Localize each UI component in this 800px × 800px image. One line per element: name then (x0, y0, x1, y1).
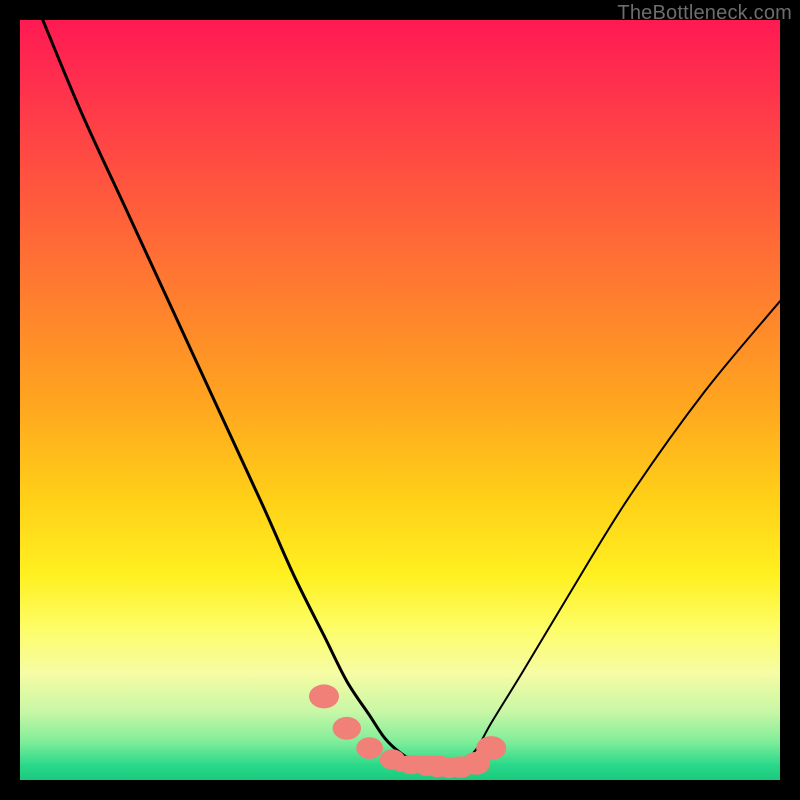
left-curve (43, 20, 446, 768)
marker-dot (333, 717, 361, 740)
plot-area (20, 20, 780, 780)
chart-frame: TheBottleneck.com (0, 0, 800, 800)
marker-dot (476, 736, 506, 760)
right-curve (446, 301, 780, 768)
watermark-text: TheBottleneck.com (617, 2, 792, 25)
marker-dot (356, 737, 383, 759)
chart-svg (20, 20, 780, 780)
marker-band (309, 684, 506, 778)
marker-dot (309, 684, 339, 708)
